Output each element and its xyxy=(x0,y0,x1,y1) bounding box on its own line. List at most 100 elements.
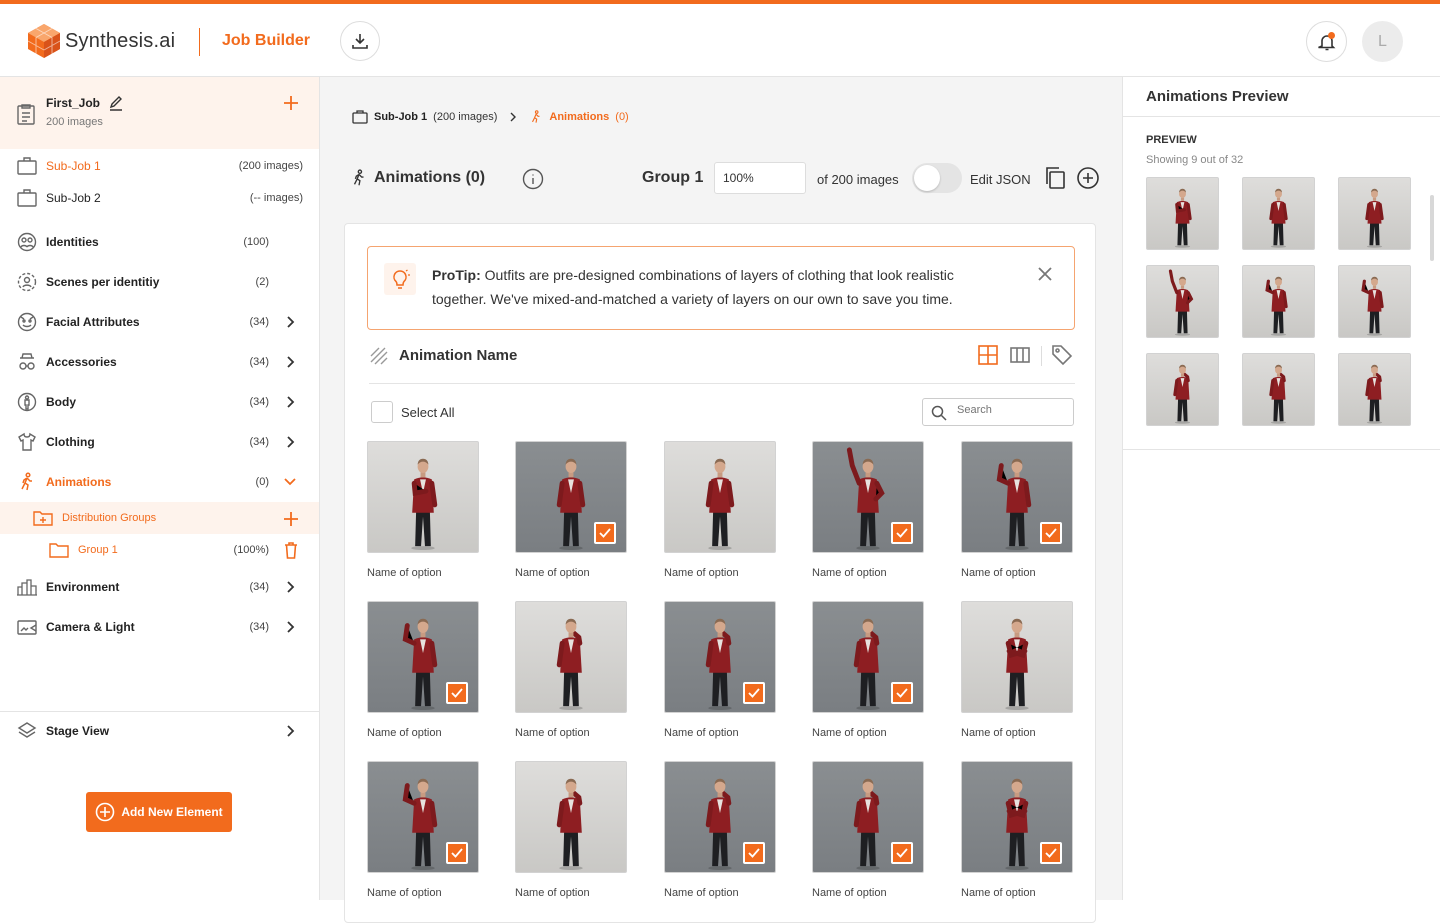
option-checkbox-checked[interactable] xyxy=(446,682,468,704)
option-checkbox-checked[interactable] xyxy=(1040,842,1062,864)
stage-view-toggle[interactable]: Stage View xyxy=(0,715,319,747)
chevron-right-icon[interactable] xyxy=(285,315,297,329)
option-checkbox-checked[interactable] xyxy=(1040,522,1062,544)
preview-thumbnail[interactable] xyxy=(1242,265,1315,338)
option-checkbox-checked[interactable] xyxy=(594,522,616,544)
breadcrumb-current-count: (0) xyxy=(615,111,629,123)
animation-thumbnail[interactable] xyxy=(515,761,627,873)
animation-option-card[interactable]: Name of option xyxy=(961,441,1073,579)
select-all[interactable]: Select All xyxy=(371,401,454,423)
option-checkbox-checked[interactable] xyxy=(891,842,913,864)
animation-thumbnail[interactable] xyxy=(515,601,627,713)
option-checkbox-checked[interactable] xyxy=(446,842,468,864)
sidebar-item-group-1[interactable]: Group 1 (100%) xyxy=(0,534,319,566)
info-icon[interactable] xyxy=(522,168,544,190)
animation-option-card[interactable]: Name of option xyxy=(812,441,924,579)
sidebar-item-distribution-groups[interactable]: Distribution Groups xyxy=(0,502,319,534)
animation-thumbnail[interactable] xyxy=(664,761,776,873)
sidebar-item-count: (34) xyxy=(249,316,269,328)
animation-option-card[interactable]: Name of option xyxy=(664,441,776,579)
animation-option-card[interactable]: Name of option xyxy=(515,441,627,579)
chevron-right-icon[interactable] xyxy=(285,580,297,594)
download-button[interactable] xyxy=(340,21,380,61)
sidebar-item-environment[interactable]: Environment (34) xyxy=(0,571,319,603)
preview-thumbnail[interactable] xyxy=(1242,353,1315,426)
grid-view-icon[interactable] xyxy=(977,344,999,366)
add-subjob-icon[interactable] xyxy=(283,95,299,111)
animation-option-card[interactable]: Name of option xyxy=(961,601,1073,739)
add-new-element-button[interactable]: Add New Element xyxy=(86,792,232,832)
sidebar-item-body[interactable]: Body (34) xyxy=(0,386,319,418)
notifications-button[interactable] xyxy=(1306,21,1347,62)
animation-option-card[interactable]: Name of option xyxy=(367,441,479,579)
animation-thumbnail[interactable] xyxy=(961,761,1073,873)
preview-thumbnail[interactable] xyxy=(1146,177,1219,250)
sidebar-item-camera-light[interactable]: Camera & Light (34) xyxy=(0,611,319,643)
edit-json-toggle[interactable] xyxy=(912,163,962,193)
animation-option-card[interactable]: Name of option xyxy=(367,761,479,899)
animation-thumbnail[interactable] xyxy=(961,441,1073,553)
edit-pencil-icon[interactable] xyxy=(108,95,124,111)
animation-thumbnail[interactable] xyxy=(664,601,776,713)
sidebar-item-subjob-1[interactable]: Sub-Job 1 (200 images) xyxy=(0,150,319,182)
trash-icon[interactable] xyxy=(284,541,298,559)
animation-option-card[interactable]: Name of option xyxy=(812,761,924,899)
select-all-checkbox[interactable] xyxy=(371,401,393,423)
breadcrumb-subjob[interactable]: Sub-Job 1 xyxy=(374,111,427,123)
chevron-right-icon[interactable] xyxy=(285,395,297,409)
animation-option-card[interactable]: Name of option xyxy=(664,761,776,899)
animation-thumbnail[interactable] xyxy=(961,601,1073,713)
sidebar-item-identities[interactable]: Identities (100) xyxy=(0,226,319,258)
sidebar-item-facial-attributes[interactable]: Facial Attributes (34) xyxy=(0,306,319,338)
animation-option-card[interactable]: Name of option xyxy=(515,761,627,899)
chevron-right-icon[interactable] xyxy=(285,620,297,634)
chevron-right-icon[interactable] xyxy=(285,355,297,369)
sidebar-item-scenes[interactable]: Scenes per identitiy (2) xyxy=(0,266,319,298)
chevron-down-icon[interactable] xyxy=(283,476,297,488)
character-figure-image xyxy=(1365,188,1384,248)
sidebar-item-accessories[interactable]: Accessories (34) xyxy=(0,346,319,378)
animation-thumbnail[interactable] xyxy=(812,761,924,873)
preview-thumbnail[interactable] xyxy=(1146,353,1219,426)
sidebar-item-clothing[interactable]: Clothing (34) xyxy=(0,426,319,458)
header-divider xyxy=(199,28,200,56)
preview-thumbnail[interactable] xyxy=(1338,177,1411,250)
sidebar-item-count: (100) xyxy=(243,236,269,248)
sidebar-item-subjob-2[interactable]: Sub-Job 2 (-- images) xyxy=(0,182,319,214)
chevron-right-icon[interactable] xyxy=(285,435,297,449)
animation-option-card[interactable]: Name of option xyxy=(812,601,924,739)
animation-option-card[interactable]: Name of option xyxy=(367,601,479,739)
copy-icon[interactable] xyxy=(1044,166,1066,190)
tag-icon[interactable] xyxy=(1051,344,1073,366)
animation-thumbnail[interactable] xyxy=(367,761,479,873)
close-icon[interactable] xyxy=(1036,265,1054,283)
animation-thumbnail[interactable] xyxy=(812,601,924,713)
add-circle-icon[interactable] xyxy=(1076,166,1100,190)
animation-thumbnail[interactable] xyxy=(664,441,776,553)
preview-thumbnail[interactable] xyxy=(1146,265,1219,338)
animation-option-card[interactable]: Name of option xyxy=(961,761,1073,899)
add-group-icon[interactable] xyxy=(283,511,299,527)
option-checkbox-checked[interactable] xyxy=(891,682,913,704)
job-header[interactable]: First_Job 200 images xyxy=(0,77,319,149)
preview-thumbnail[interactable] xyxy=(1338,265,1411,338)
search-box[interactable] xyxy=(922,398,1074,426)
column-view-icon[interactable] xyxy=(1009,344,1031,366)
option-checkbox-checked[interactable] xyxy=(743,842,765,864)
preview-thumbnail[interactable] xyxy=(1338,353,1411,426)
animation-thumbnail[interactable] xyxy=(515,441,627,553)
preview-thumbnail[interactable] xyxy=(1242,177,1315,250)
user-avatar[interactable]: L xyxy=(1362,21,1403,62)
option-checkbox-checked[interactable] xyxy=(891,522,913,544)
group-percent-input[interactable] xyxy=(714,162,806,194)
preview-scrollbar[interactable] xyxy=(1430,195,1434,261)
option-checkbox-checked[interactable] xyxy=(743,682,765,704)
chevron-right-icon[interactable] xyxy=(285,724,297,738)
search-input[interactable] xyxy=(957,404,1067,416)
animation-thumbnail[interactable] xyxy=(367,601,479,713)
animation-option-card[interactable]: Name of option xyxy=(664,601,776,739)
sidebar-item-animations[interactable]: Animations (0) xyxy=(0,466,319,498)
animation-thumbnail[interactable] xyxy=(367,441,479,553)
animation-thumbnail[interactable] xyxy=(812,441,924,553)
animation-option-card[interactable]: Name of option xyxy=(515,601,627,739)
